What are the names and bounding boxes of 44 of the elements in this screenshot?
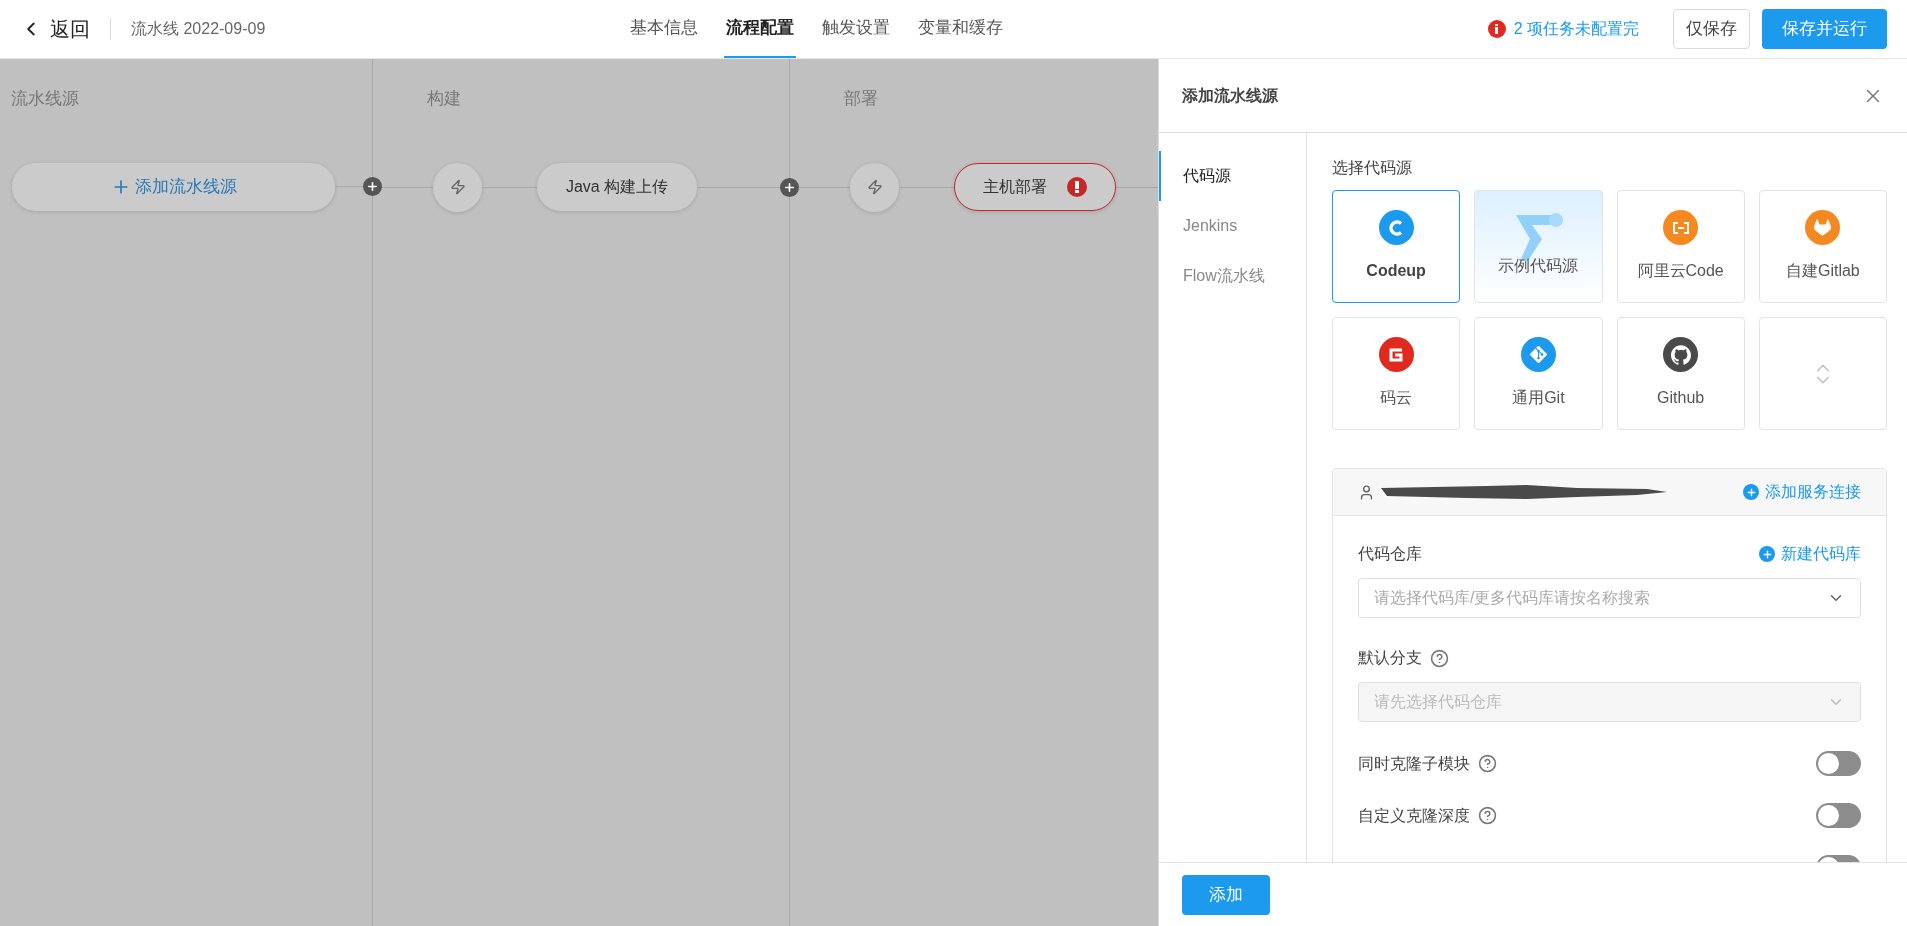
source-type-tab[interactable]: Flow流水线 [1159, 251, 1306, 301]
toggle-switch[interactable] [1816, 803, 1861, 828]
toggle-label: 自定义克隆深度 [1358, 805, 1470, 826]
source-card[interactable]: 阿里云Code [1616, 190, 1745, 303]
source-card[interactable]: Codeup [1332, 190, 1461, 303]
source-type-tab[interactable]: Jenkins [1159, 201, 1306, 251]
stage-title: 构建 [427, 88, 461, 110]
add-stage-icon[interactable] [780, 177, 799, 197]
codeup-logo-icon [1378, 210, 1414, 245]
stage-title: 部署 [844, 88, 878, 110]
gitee-logo-icon [1378, 337, 1414, 372]
source-card[interactable]: 示例代码源 [1474, 190, 1603, 303]
aliyun-logo-icon [1663, 210, 1699, 245]
source-card[interactable]: Github [1616, 317, 1745, 430]
save-button[interactable]: 仅保存 [1673, 9, 1750, 49]
lightning-icon[interactable] [433, 162, 482, 212]
field-label: 代码仓库 [1358, 544, 1422, 564]
git-logo-icon [1520, 337, 1556, 372]
error-icon [1067, 177, 1087, 197]
stage-title: 流水线源 [11, 88, 79, 110]
help-icon[interactable] [1478, 806, 1497, 825]
nav-tab[interactable]: 触发设置 [820, 0, 893, 58]
user-icon [1358, 483, 1375, 501]
github-logo-icon [1663, 337, 1699, 372]
toggle-label: 同时克隆子模块 [1358, 753, 1470, 774]
panel-title: 添加流水线源 [1182, 85, 1278, 106]
source-type-tab[interactable]: 代码源 [1159, 151, 1306, 201]
gitlab-logo-icon [1805, 210, 1841, 245]
back-button[interactable]: 返回 [20, 14, 90, 44]
nav-tab[interactable]: 基本信息 [628, 0, 701, 58]
section-label: 选择代码源 [1332, 158, 1413, 178]
lightning-icon[interactable] [850, 162, 899, 212]
job-node[interactable]: 主机部署 [954, 163, 1116, 211]
source-card[interactable]: 码云 [1332, 317, 1461, 430]
source-card[interactable]: 自建Gitlab [1758, 190, 1887, 303]
pipeline-title: 流水线 2022-09-09 [131, 19, 266, 39]
job-node[interactable]: Java 构建上传 [537, 163, 697, 211]
help-icon[interactable] [1478, 754, 1497, 773]
toggle-switch[interactable] [1816, 751, 1861, 776]
source-card[interactable]: 通用Git [1474, 317, 1603, 430]
field-label: 默认分支 [1358, 648, 1422, 668]
nav-tab[interactable]: 变量和缓存 [916, 0, 1006, 58]
add-stage-icon[interactable] [363, 177, 382, 196]
warning-icon [1487, 20, 1506, 38]
